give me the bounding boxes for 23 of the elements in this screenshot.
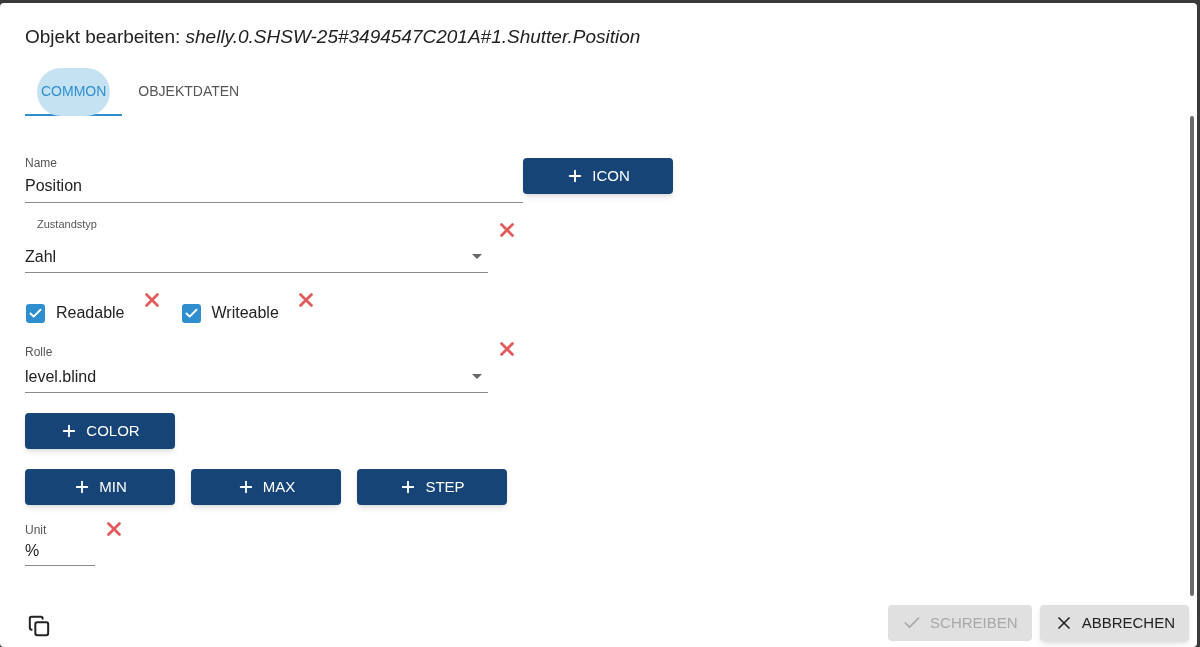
add-button[interactable]: COLOR [25,413,175,449]
checkbox-label: Readable [56,303,125,323]
field-label: Name [25,156,58,170]
checkbox-label: Writeable [211,303,279,323]
add-button[interactable]: ICON [523,158,673,194]
tab[interactable]: OBJEKTDATEN [122,68,256,116]
add-button[interactable]: MAX [191,469,341,505]
select-field[interactable]: level.blind [25,361,488,393]
field-label: Zustandstyp [36,217,98,231]
checkbox[interactable] [181,303,201,323]
add-button[interactable]: MIN [25,469,175,505]
select-field[interactable]: Zahl [25,241,488,273]
caret-icon [472,254,482,259]
field-label: Rolle [25,345,54,359]
unit-field[interactable]: % [25,537,95,565]
dialog-button[interactable]: ABBRECHEN [1039,605,1189,641]
checkbox[interactable] [26,303,45,323]
add-button[interactable]: STEP [357,469,507,505]
dialog-title: Objekt bearbeiten: shelly.0.SHSW-25#3494547C201A#1.Shutter.Position [24,25,642,49]
field-label: Unit [25,523,48,537]
caret-icon [472,374,482,379]
copy-icon[interactable] [28,615,50,637]
name-field[interactable]: Position [25,170,523,202]
